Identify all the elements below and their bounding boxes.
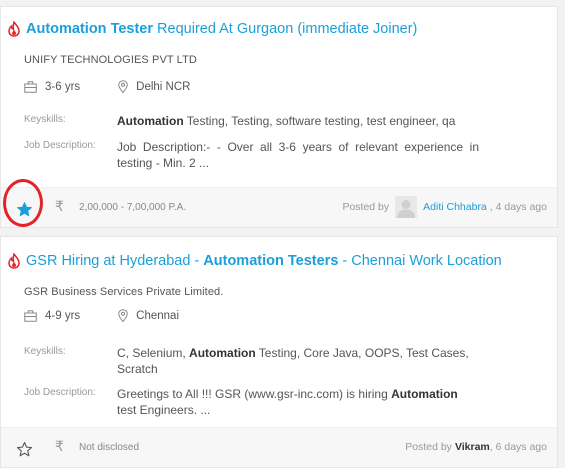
poster-name-link[interactable]: Aditi Chhabra (423, 201, 487, 213)
description-text-c: test Engineers. ... (117, 403, 211, 417)
keyskills-text: Testing, Testing, software testing, test… (183, 114, 456, 128)
job-title-highlight: Automation Testers (203, 253, 339, 269)
posted-by: Posted by Vikram , 6 days ago (405, 441, 547, 453)
job-card: GSR Hiring at Hyderabad - Automation Tes… (0, 236, 558, 468)
job-card-footer: ₹ 2,00,000 - 7,00,000 P.A. Posted by Adi… (1, 187, 557, 227)
description-text-a: Greetings to All !!! GSR (www.gsr-inc.co… (117, 387, 392, 401)
briefcase-icon (24, 80, 37, 93)
posted-by-label: Posted by (405, 441, 452, 453)
company-name[interactable]: UNIFY TECHNOLOGIES PVT LTD (24, 54, 197, 66)
avatar-icon (395, 196, 418, 218)
location-value[interactable]: Chennai (136, 310, 179, 322)
description-highlight: Automation (391, 387, 458, 401)
briefcase-icon (24, 309, 37, 322)
poster-name: Vikram (454, 441, 490, 453)
job-title-highlight: Automation Tester (26, 21, 154, 37)
description-label: Job Description: (24, 140, 96, 151)
posted-by-label: Posted by (342, 201, 390, 213)
experience-value: 4-9 yrs (45, 309, 81, 322)
keyskills-text-a: C, Selenium, (117, 346, 190, 360)
experience: 3-6 yrs (24, 81, 80, 93)
job-title-link[interactable]: GSR Hiring at Hyderabad - Automation Tes… (26, 253, 502, 269)
job-title-link[interactable]: Automation Tester Required At Gurgaon (i… (26, 21, 417, 37)
job-title-text-a: GSR Hiring at Hyderabad - (26, 253, 204, 269)
salary: 2,00,000 - 7,00,000 P.A. (79, 202, 187, 213)
salary: Not disclosed (79, 442, 140, 453)
description-value: Greetings to All !!! GSR (www.gsr-inc.co… (117, 386, 479, 418)
keyskill-highlight: Automation (189, 346, 256, 360)
location-icon (118, 80, 128, 93)
keyskills-value: Automation Testing, Testing, software te… (117, 113, 479, 129)
experience-value: 3-6 yrs (45, 80, 81, 93)
job-title-row[interactable]: Automation Tester Required At Gurgaon (i… (7, 21, 417, 37)
location: Chennai (118, 309, 179, 322)
fire-icon (8, 253, 20, 269)
star-icon (16, 201, 32, 216)
posted-by: Posted by Aditi Chhabra , 4 days ago (342, 196, 547, 218)
company-name[interactable]: GSR Business Services Private Limited. (24, 286, 223, 298)
save-job-button[interactable] (14, 199, 34, 219)
description-label: Job Description: (24, 387, 96, 398)
experience: 4-9 yrs (24, 310, 80, 322)
keyskills-label: Keyskills: (24, 346, 66, 357)
keyskills-label: Keyskills: (24, 114, 66, 125)
job-card: Automation Tester Required At Gurgaon (i… (0, 6, 558, 228)
job-title-row[interactable]: GSR Hiring at Hyderabad - Automation Tes… (7, 253, 502, 269)
job-meta: 4-9 yrs Chennai (24, 309, 179, 322)
posted-ago: , 6 days ago (489, 441, 547, 453)
keyskill-highlight: Automation (117, 114, 184, 128)
save-job-button[interactable] (14, 439, 34, 459)
posted-ago: , 4 days ago (489, 201, 547, 213)
job-title-text-c: - Chennai Work Location (338, 253, 502, 269)
location-value[interactable]: Delhi NCR (136, 81, 190, 93)
rupee-icon: ₹ (55, 439, 64, 455)
star-icon (16, 441, 32, 456)
description-value: Job Description:- - Over all 3-6 years o… (117, 140, 479, 170)
job-title-text: Required At Gurgaon (immediate Joiner) (153, 21, 418, 37)
keyskills-value: C, Selenium, Automation Testing, Core Ja… (117, 345, 479, 377)
rupee-icon: ₹ (55, 199, 64, 215)
fire-icon (8, 21, 20, 37)
location-icon (118, 309, 128, 322)
job-meta: 3-6 yrs Delhi NCR (24, 80, 190, 93)
location: Delhi NCR (118, 80, 190, 93)
job-card-footer: ₹ Not disclosed Posted by Vikram , 6 day… (1, 427, 557, 467)
